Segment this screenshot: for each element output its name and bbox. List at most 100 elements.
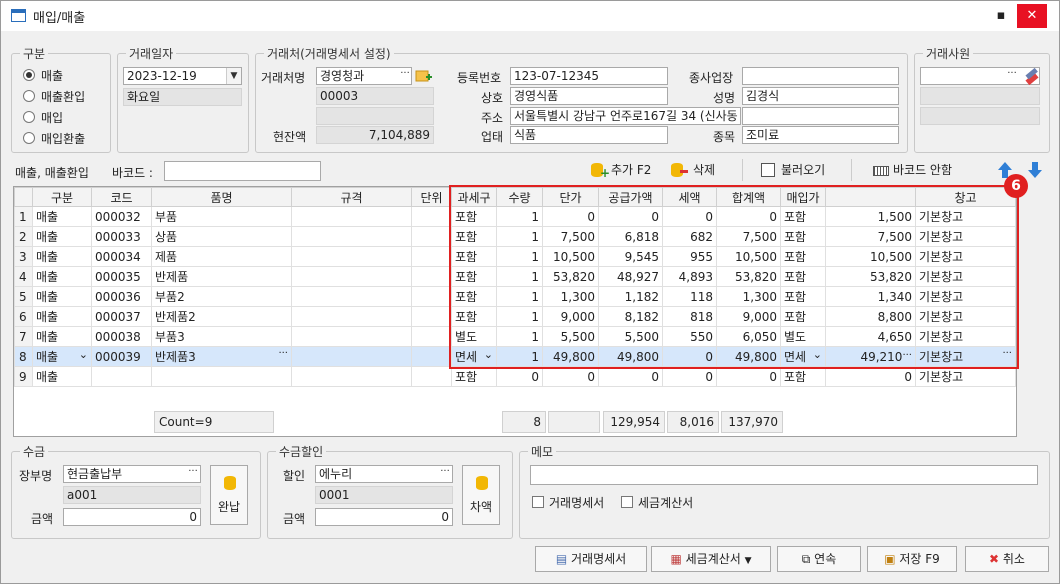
account-input[interactable]: 현금출납부 — [63, 465, 201, 483]
table-cell[interactable] — [291, 346, 412, 367]
table-cell[interactable]: 매출 — [32, 226, 92, 247]
add-button[interactable]: + 추가 F2 — [591, 158, 651, 182]
table-cell[interactable] — [411, 206, 452, 227]
memo-input[interactable] — [530, 465, 1038, 485]
table-cell[interactable]: 부품 — [151, 206, 292, 227]
table-cell[interactable]: 000033 — [91, 226, 152, 247]
table-cell[interactable] — [411, 266, 452, 287]
chevron-down-icon[interactable]: ⌄ — [79, 348, 88, 361]
table-cell[interactable]: 반제품3 ··· — [151, 346, 292, 367]
statement-button[interactable]: ▤ 거래명세서 — [535, 546, 647, 572]
table-cell[interactable]: 000032 — [91, 206, 152, 227]
table-cell[interactable]: 상품 — [151, 226, 292, 247]
save-button[interactable]: ▣ 저장 F9 — [867, 546, 957, 572]
table-cell[interactable]: 0 — [598, 366, 663, 387]
address-input[interactable]: 서울특별시 강남구 언주로167길 34 (신사동 — [510, 107, 741, 125]
diff-button[interactable]: 차액 — [462, 465, 500, 525]
table-cell[interactable]: 제품 — [151, 246, 292, 267]
table-cell[interactable] — [291, 226, 412, 247]
delete-button[interactable]: 삭제 — [671, 158, 715, 182]
column-header[interactable]: 코드 — [91, 187, 152, 207]
table-cell[interactable]: 0 — [542, 366, 599, 387]
eraser-icon[interactable] — [1023, 67, 1041, 86]
table-cell[interactable]: 포함 — [780, 366, 826, 387]
table-cell[interactable] — [91, 366, 152, 387]
table-cell[interactable]: 0 — [662, 366, 717, 387]
subsite-input[interactable] — [742, 67, 899, 85]
column-header[interactable]: 규격 — [291, 187, 412, 207]
minimize-button[interactable]: ▪ — [986, 4, 1016, 28]
table-cell[interactable]: 0 — [716, 366, 781, 387]
table-cell[interactable]: 000036 — [91, 286, 152, 307]
table-cell[interactable] — [291, 326, 412, 347]
load-button[interactable]: 불러오기 — [761, 158, 825, 182]
radio-sales-return[interactable] — [23, 90, 35, 102]
table-cell[interactable]: 000034 — [91, 246, 152, 267]
table-cell[interactable] — [151, 366, 292, 387]
close-button[interactable]: ✕ — [1017, 4, 1047, 28]
employee-search-button[interactable]: ··· — [1004, 68, 1020, 84]
invoice-checkbox[interactable] — [621, 496, 633, 508]
table-cell[interactable] — [411, 246, 452, 267]
table-row[interactable]: 9 매출 포함 0 0 0 0 0 포함 0 기본창고 — [14, 366, 1016, 387]
table-cell[interactable] — [411, 306, 452, 327]
column-header[interactable] — [14, 187, 33, 207]
table-cell[interactable] — [291, 286, 412, 307]
table-cell[interactable]: 포함 — [451, 366, 497, 387]
biztype-input[interactable]: 식품 — [510, 126, 668, 144]
cancel-button[interactable]: ✖ 취소 — [965, 546, 1049, 572]
continue-button[interactable]: ⧉ 연속 — [777, 546, 861, 572]
table-cell[interactable] — [291, 206, 412, 227]
table-cell[interactable]: 매출 ⌄ — [32, 346, 92, 367]
table-cell[interactable]: 000038 — [91, 326, 152, 347]
radio-purchase-return[interactable] — [23, 132, 35, 144]
payment-amount-input[interactable]: 0 — [63, 508, 201, 526]
barcode-guide-button[interactable]: 바코드 안함 — [873, 158, 952, 182]
table-cell[interactable] — [291, 246, 412, 267]
table-cell[interactable]: 매출 — [32, 206, 92, 227]
table-cell[interactable]: 반제품 — [151, 266, 292, 287]
table-cell[interactable] — [411, 286, 452, 307]
regno-input[interactable]: 123-07-12345 — [510, 67, 668, 85]
table-cell[interactable] — [291, 306, 412, 327]
table-cell[interactable]: 부품2 — [151, 286, 292, 307]
discount-search-button[interactable]: ··· — [437, 466, 453, 482]
employee-input[interactable] — [920, 67, 1040, 85]
table-cell[interactable] — [411, 346, 452, 367]
trade-date-input[interactable]: 2023-12-19 — [123, 67, 242, 85]
item-input[interactable]: 조미료 — [742, 126, 899, 144]
full-payment-button[interactable]: 완납 — [210, 465, 248, 525]
table-cell[interactable]: 000037 — [91, 306, 152, 327]
barcode-input[interactable] — [164, 161, 321, 181]
column-header[interactable]: 구분 — [32, 187, 92, 207]
chevron-down-icon[interactable]: ▼ — [745, 556, 752, 566]
column-header[interactable]: 단위 — [411, 187, 452, 207]
column-header[interactable]: 품명 — [151, 187, 292, 207]
radio-purchase[interactable] — [23, 111, 35, 123]
client-search-button[interactable]: ··· — [397, 68, 413, 84]
invoice-button[interactable]: ▦ 세금계산서 ▼ — [651, 546, 771, 572]
table-cell[interactable]: 0 — [496, 366, 543, 387]
company-input[interactable]: 경영식품 — [510, 87, 668, 105]
table-cell[interactable]: 000035 — [91, 266, 152, 287]
table-cell[interactable]: 기본창고 — [915, 366, 1016, 387]
table-cell[interactable]: 매출 — [32, 246, 92, 267]
table-cell[interactable]: 반제품2 — [151, 306, 292, 327]
owner-input[interactable]: 김경식 — [742, 87, 899, 105]
search-button[interactable]: ··· — [278, 348, 288, 359]
table-cell[interactable]: 000039 — [91, 346, 152, 367]
add-client-icon[interactable] — [415, 68, 433, 84]
statement-checkbox[interactable] — [532, 496, 544, 508]
table-cell[interactable]: 매출 — [32, 326, 92, 347]
table-cell[interactable]: 매출 — [32, 266, 92, 287]
table-cell[interactable] — [411, 366, 452, 387]
address-extra-input[interactable] — [742, 107, 899, 125]
chevron-down-icon[interactable]: ▼ — [226, 68, 241, 84]
table-cell[interactable] — [291, 266, 412, 287]
arrow-down-icon[interactable] — [1027, 161, 1043, 179]
radio-sales[interactable] — [23, 69, 35, 81]
table-cell[interactable]: 매출 — [32, 286, 92, 307]
table-cell[interactable]: 0 — [825, 366, 916, 387]
table-cell[interactable] — [411, 226, 452, 247]
table-cell[interactable]: 매출 — [32, 306, 92, 327]
